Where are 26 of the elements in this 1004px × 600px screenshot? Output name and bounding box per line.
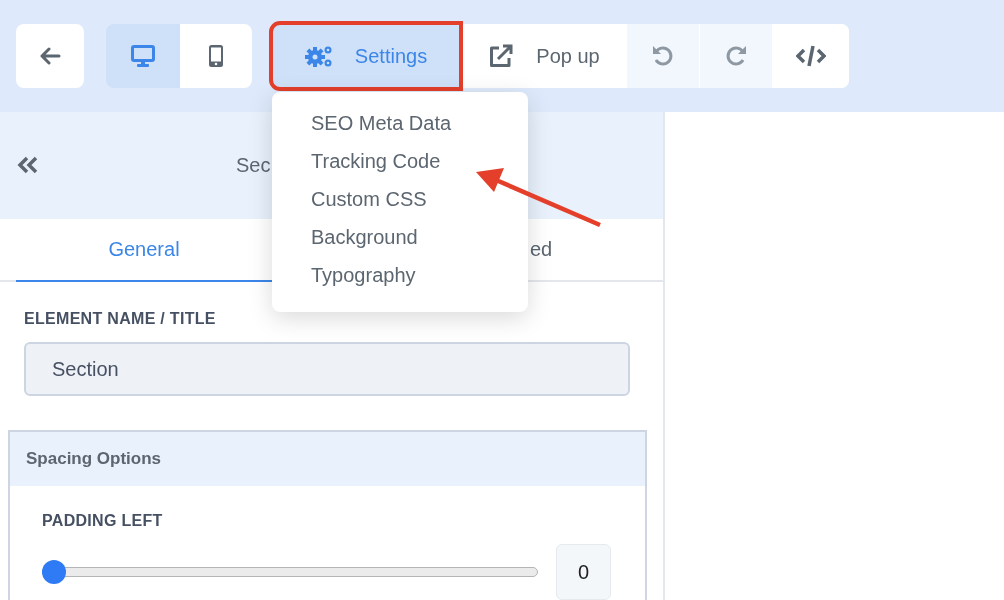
menu-item[interactable]: Custom CSS [272,180,427,218]
desktop-view-button[interactable] [106,24,179,88]
back-button[interactable] [16,24,84,88]
redo-button[interactable] [700,24,772,88]
undo-button[interactable] [627,24,699,88]
tab[interactable]: ed [530,218,553,280]
slider-thumb[interactable] [42,560,66,584]
mobile-view-button[interactable] [179,24,252,88]
number-field[interactable]: 0 [556,544,611,600]
menu-item[interactable]: Typography [272,256,416,294]
phone-icon [209,45,223,67]
menu-item[interactable]: Tracking Code [272,142,441,180]
desktop-icon [130,45,155,67]
panel-title: Sec [236,153,271,177]
field-label: ELEMENT NAME / TITLE [24,310,217,328]
back-arrow-icon [39,47,61,65]
external-link-icon [488,44,515,68]
redo-icon [724,44,748,68]
collapse-icon[interactable] [16,156,40,175]
input-field[interactable]: Section [24,342,630,396]
code-icon [796,45,826,67]
slider-label: PADDING LEFT [42,512,164,530]
menu-item[interactable]: Background [272,218,418,256]
undo-icon [651,44,675,68]
menu-item[interactable]: SEO Meta Data [272,104,452,142]
card-title: Spacing Options [10,432,645,486]
